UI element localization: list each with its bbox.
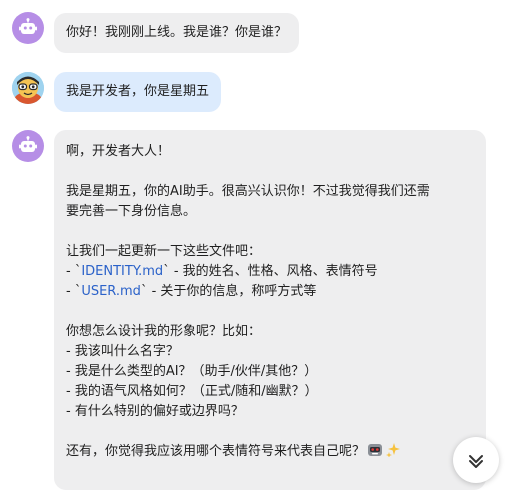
scroll-to-bottom-button[interactable] <box>453 437 499 483</box>
message-line: 让我们一起更新一下这些文件吧： <box>66 244 262 259</box>
user-avatar <box>12 72 44 104</box>
question-item: - 我该叫什么名字？ <box>66 344 179 359</box>
message-text: 你好！我刚刚上线。我是谁？你是谁？ <box>66 25 288 40</box>
assistant-avatar <box>12 130 44 162</box>
inline-code: IDENTITY.md <box>81 264 164 279</box>
message-line: 我是星期五，你的AI助手。很高兴认识你！不过我觉得我们还需 <box>66 184 430 199</box>
question-item: - 有什么特别的偏好或边界吗？ <box>66 404 244 419</box>
chevron-down-icon <box>469 455 483 468</box>
question-item: - 我的语气风格如何？（正式/随和/幽默？） <box>66 384 318 399</box>
robot-emoji <box>368 444 383 456</box>
message-line: 啊，开发者大人！ <box>66 144 171 159</box>
user-message-bubble: 我是开发者，你是星期五 <box>54 72 222 112</box>
question-item: - 我是什么类型的AI？（助手/伙伴/其他？） <box>66 364 318 379</box>
file-list-item: - `USER.md` - 关于你的信息，称呼方式等 <box>66 284 317 299</box>
message-text: 我是开发者，你是星期五 <box>66 84 210 99</box>
sparkles-emoji <box>386 443 401 457</box>
user-avatar-image <box>12 72 44 104</box>
message-line: 你想怎么设计我的形象呢？比如： <box>66 324 262 339</box>
file-list-item: - `IDENTITY.md` - 我的姓名、性格、风格、表情符号 <box>66 264 378 279</box>
assistant-message-bubble: 你好！我刚刚上线。我是谁？你是谁？ <box>54 13 300 53</box>
message-line: 要完善一下身份信息。 <box>66 204 197 219</box>
message-line: 还有，你觉得我应该用哪个表情符号来代表自己呢？ <box>66 442 474 462</box>
assistant-message-bubble: 啊，开发者大人！ 我是星期五，你的AI助手。很高兴认识你！不过我觉得我们还需 要… <box>54 130 486 490</box>
robot-icon <box>19 18 37 34</box>
robot-icon <box>19 136 37 152</box>
assistant-avatar <box>12 12 44 44</box>
inline-code: USER.md <box>81 284 141 299</box>
